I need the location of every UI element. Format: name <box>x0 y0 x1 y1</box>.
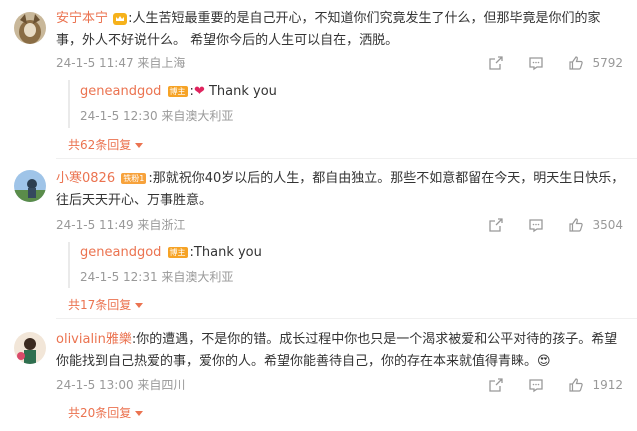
crown-icon <box>112 12 128 26</box>
comment-text: 安宁本宁 :人生苦短最重要的是自己开心，不知道你们究竟发生了什么，但那毕竟是你们… <box>56 11 601 48</box>
reply-meta: 24-1-5 12:30 来自澳大利亚 <box>80 109 234 123</box>
comment-actions: 5792 <box>464 55 623 71</box>
comment-actions: 3504 <box>464 217 623 233</box>
like-icon[interactable] <box>568 217 584 233</box>
reply-username[interactable]: geneandgod <box>80 84 161 99</box>
comment-meta: 24-1-5 13:00 来自四川 <box>56 378 186 392</box>
username[interactable]: 安宁本宁 <box>56 11 108 26</box>
fan-badge: 铁粉1 <box>121 173 147 184</box>
comment-meta: 24-1-5 11:49 来自浙江 <box>56 218 186 232</box>
divider <box>56 318 637 319</box>
more-replies-link[interactable]: 共62条回复 <box>68 136 144 153</box>
blogger-badge: 博主 <box>167 86 188 97</box>
blogger-badge: 博主 <box>167 247 188 258</box>
like-icon[interactable] <box>568 377 584 393</box>
heart-eyes-emoji-icon: 😍 <box>537 354 551 369</box>
like-count: 3504 <box>592 218 623 232</box>
more-replies-link[interactable]: 共17条回复 <box>68 296 144 313</box>
comment-meta: 24-1-5 11:47 来自上海 <box>56 56 186 70</box>
reply: geneandgod 博主:❤ Thank you 24-1-5 12:30 来… <box>68 80 621 128</box>
username[interactable]: 小寒0826 <box>56 171 115 186</box>
chevron-down-icon <box>135 411 144 416</box>
like-count: 5792 <box>592 56 623 70</box>
avatar[interactable] <box>14 170 46 202</box>
share-icon[interactable] <box>488 55 504 71</box>
comment-icon[interactable] <box>528 377 544 393</box>
avatar[interactable] <box>14 332 46 364</box>
reply-username[interactable]: geneandgod <box>80 245 161 260</box>
comment-text: 小寒0826 铁粉1:那就祝你40岁以后的人生，都自由独立。那些不如意都留在今天… <box>56 171 625 208</box>
more-replies-link[interactable]: 共20条回复 <box>68 404 144 421</box>
divider <box>56 158 637 159</box>
share-icon[interactable] <box>488 377 504 393</box>
like-count: 1912 <box>592 378 623 392</box>
heart-icon: ❤ <box>193 84 205 99</box>
comment-icon[interactable] <box>528 55 544 71</box>
avatar[interactable] <box>14 12 46 44</box>
reply-meta: 24-1-5 12:31 来自澳大利亚 <box>80 270 234 284</box>
comment-text: olivialin雅樂:你的遭遇，不是你的错。成长过程中你也只是一个渴求被爱和公… <box>56 332 618 369</box>
username[interactable]: olivialin雅樂 <box>56 332 132 347</box>
reply: geneandgod 博主:Thank you 24-1-5 12:31 来自澳… <box>68 242 621 288</box>
comment-actions: 1912 <box>464 377 623 393</box>
share-icon[interactable] <box>488 217 504 233</box>
comment-icon[interactable] <box>528 217 544 233</box>
chevron-down-icon <box>135 143 144 148</box>
like-icon[interactable] <box>568 55 584 71</box>
chevron-down-icon <box>135 303 144 308</box>
